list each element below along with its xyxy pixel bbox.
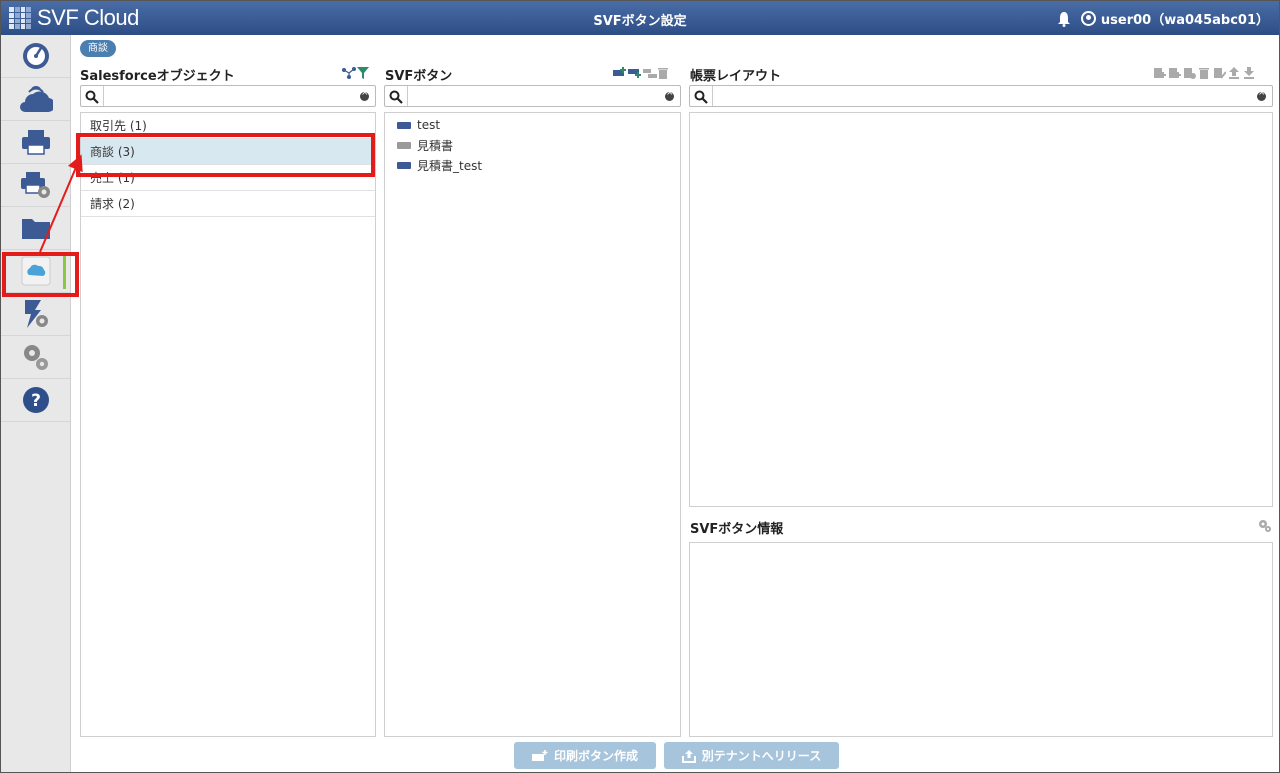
annotation-arrow [39,154,83,253]
